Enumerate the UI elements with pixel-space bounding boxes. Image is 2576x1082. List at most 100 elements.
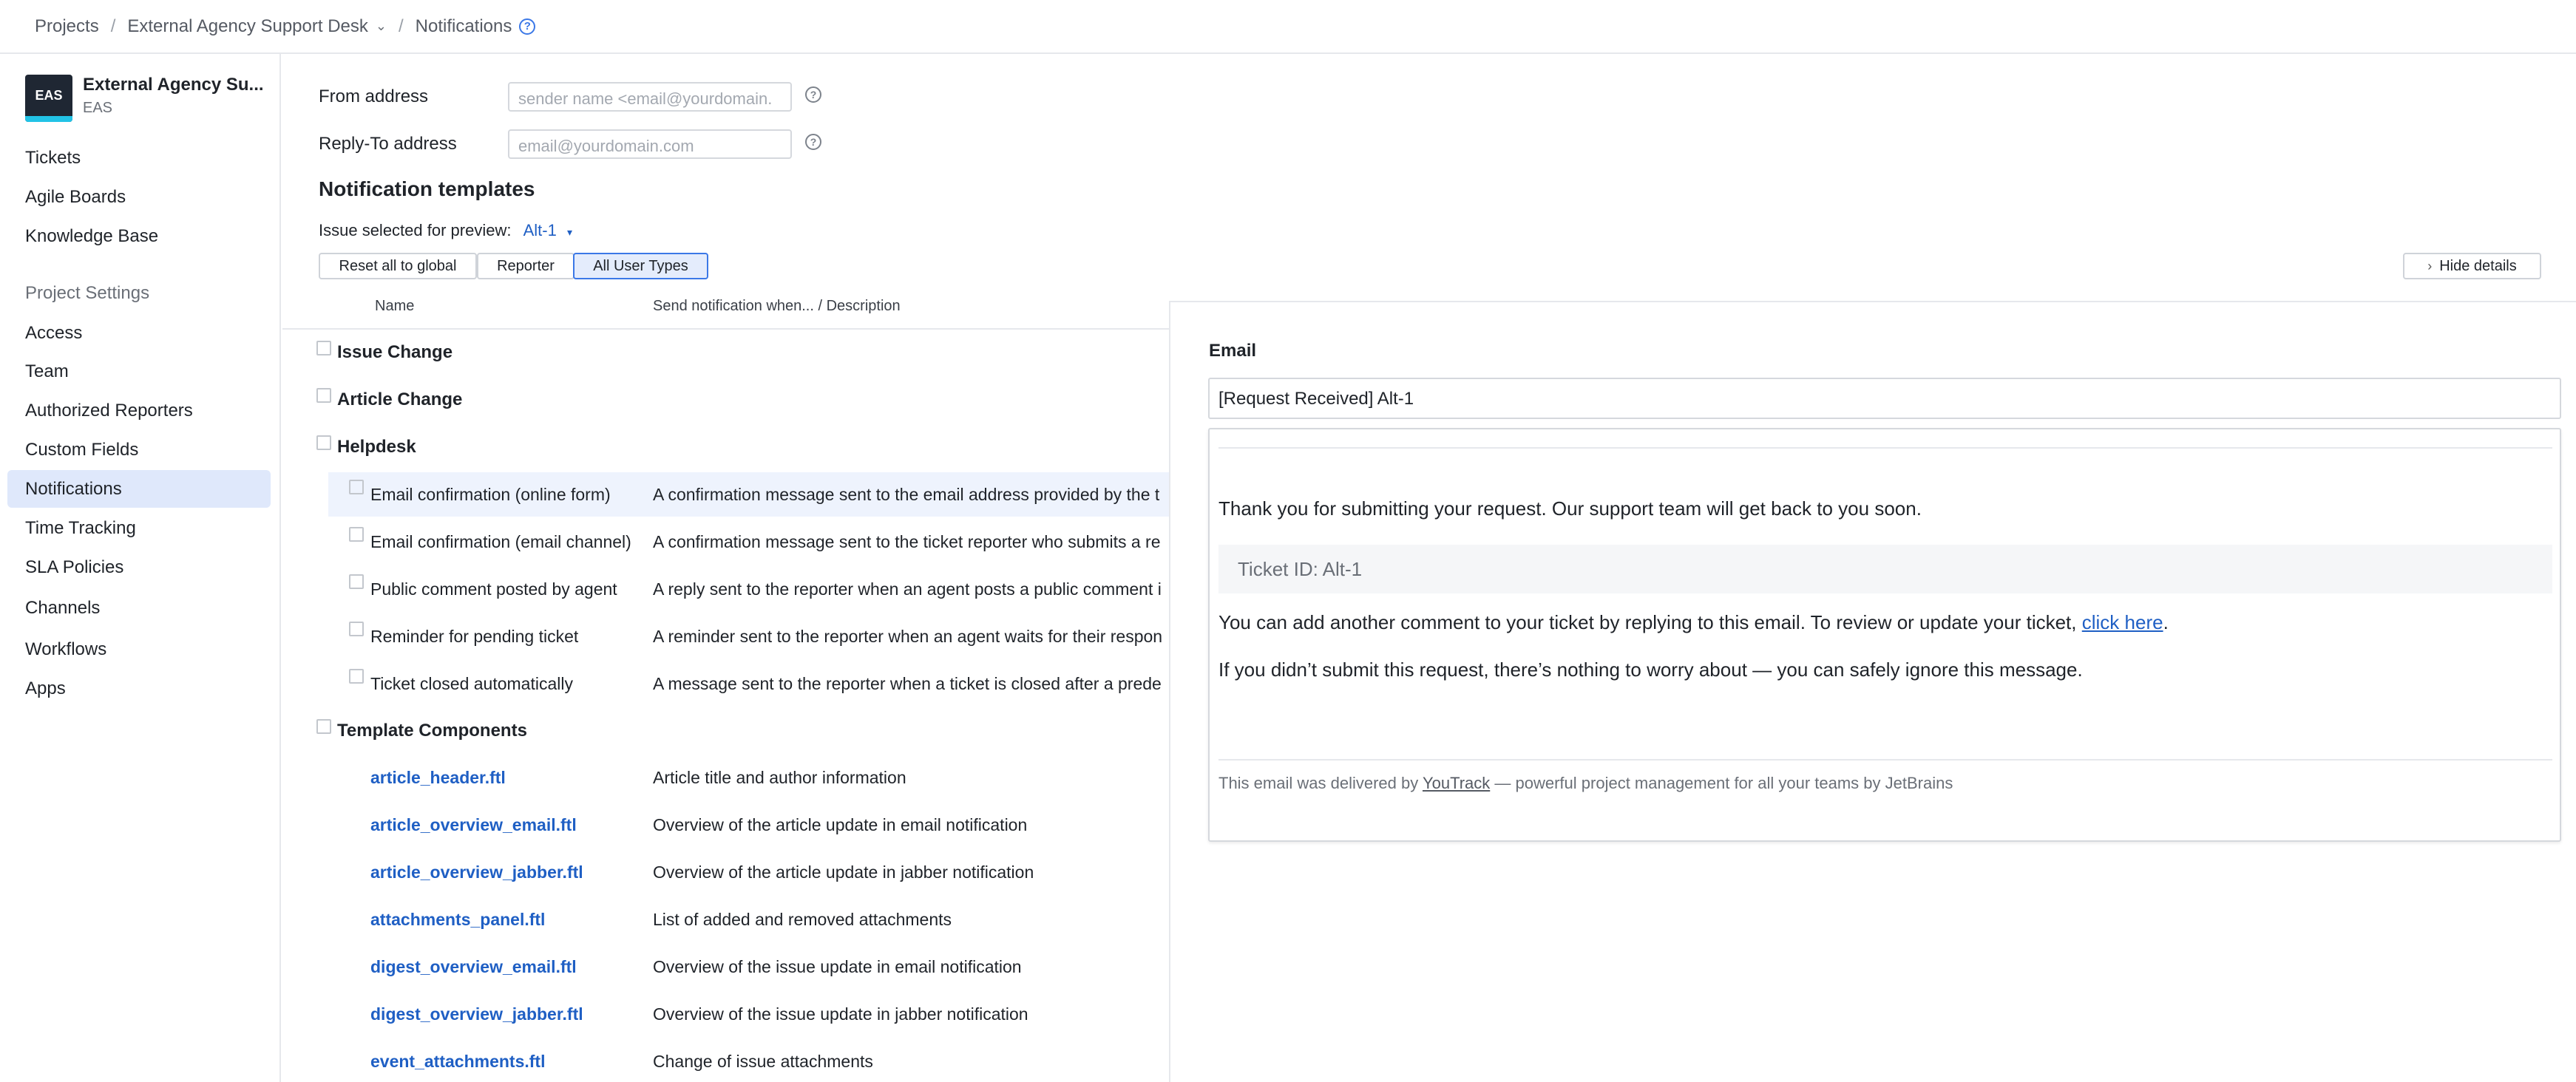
template-component-link[interactable]: event_attachments.ftl	[370, 1052, 545, 1072]
collapse-icon[interactable]	[316, 435, 331, 450]
sidebar-item-tickets[interactable]: Tickets	[7, 139, 271, 177]
table-row[interactable]: Email confirmation (online form) A confi…	[328, 472, 1170, 517]
email-preview: Thank you for submitting your request. O…	[1208, 428, 2561, 842]
template-component-link[interactable]: attachments_panel.ftl	[370, 910, 545, 930]
template-description: A reply sent to the reporter when an age…	[653, 579, 1170, 599]
sidebar-item-agile-boards[interactable]: Agile Boards	[7, 178, 271, 216]
breadcrumb-separator: /	[111, 16, 116, 37]
from-address-input[interactable]: sender name <email@yourdomain.	[508, 82, 792, 112]
group-label: Article Change	[337, 389, 462, 410]
collapse-icon[interactable]	[316, 719, 331, 734]
project-header[interactable]: EAS External Agency Su... EAS	[25, 75, 264, 122]
table-row[interactable]: Ticket closed automatically A message se…	[282, 661, 1170, 706]
breadcrumb-page: Notifications	[416, 16, 512, 37]
template-component-description: Overview of the article update in jabber…	[653, 862, 1034, 882]
template-component-link[interactable]: digest_overview_jabber.ftl	[370, 1004, 583, 1024]
preview-issue-link[interactable]: Alt-1	[523, 221, 557, 239]
breadcrumb-project[interactable]: External Agency Support Desk	[127, 16, 368, 37]
sidebar-item-authorized-reporters[interactable]: Authorized Reporters	[7, 392, 271, 429]
sidebar-item-notifications[interactable]: Notifications	[7, 470, 271, 508]
template-component-link[interactable]: article_overview_email.ftl	[370, 815, 577, 835]
sidebar-item-workflows[interactable]: Workflows	[7, 630, 271, 668]
expand-icon[interactable]	[349, 527, 364, 542]
comment-text-body: You can add another comment to your tick…	[1218, 611, 2077, 633]
help-icon[interactable]: ?	[805, 86, 821, 103]
template-name: Ticket closed automatically	[370, 674, 573, 694]
preview-label: Issue selected for preview:	[319, 221, 511, 239]
group-issue-change[interactable]: Issue Change	[316, 342, 453, 363]
expand-icon[interactable]	[349, 574, 364, 589]
footer-prefix: This email was delivered by	[1218, 774, 1418, 792]
column-name-header[interactable]: Name	[375, 298, 414, 315]
breadcrumb-projects[interactable]: Projects	[35, 16, 99, 37]
chevron-down-icon[interactable]: ⌄	[376, 18, 387, 34]
reply-to-label: Reply-To address	[319, 134, 457, 154]
sidebar-item-sla-policies[interactable]: SLA Policies	[7, 548, 271, 586]
click-here-link[interactable]: click here	[2082, 611, 2163, 633]
table-row[interactable]: Reminder for pending ticket A reminder s…	[282, 614, 1170, 659]
footer-suffix: — powerful project management for all yo…	[1494, 774, 1953, 792]
reply-to-input[interactable]: email@yourdomain.com	[508, 129, 792, 159]
template-description: A message sent to the reporter when a ti…	[653, 674, 1170, 694]
sidebar-item-custom-fields[interactable]: Custom Fields	[7, 431, 271, 469]
group-label: Helpdesk	[337, 437, 416, 457]
template-component-description: Overview of the article update in email …	[653, 815, 1027, 835]
reset-all-button[interactable]: Reset all to global	[319, 253, 477, 279]
template-name: Reminder for pending ticket	[370, 627, 578, 647]
email-label: Email	[1209, 341, 1256, 361]
divider	[1218, 759, 2552, 761]
hide-details-button[interactable]: › Hide details	[2403, 253, 2541, 279]
template-component-link[interactable]: digest_overview_email.ftl	[370, 957, 577, 977]
group-label: Issue Change	[337, 342, 453, 363]
template-description: A reminder sent to the reporter when an …	[653, 627, 1170, 647]
youtrack-link[interactable]: YouTrack	[1423, 774, 1490, 792]
sidebar-item-knowledge-base[interactable]: Knowledge Base	[7, 217, 271, 255]
sidebar-item-apps[interactable]: Apps	[7, 670, 271, 707]
table-row[interactable]: Public comment posted by agent A reply s…	[282, 567, 1170, 611]
template-description: A confirmation message sent to the email…	[653, 485, 1170, 505]
expand-icon[interactable]	[349, 480, 364, 494]
sidebar-item-time-tracking[interactable]: Time Tracking	[7, 509, 271, 547]
expand-icon[interactable]	[349, 669, 364, 684]
reporter-button[interactable]: Reporter	[477, 253, 574, 279]
sidebar-item-access[interactable]: Access	[7, 314, 271, 352]
template-component-description: Overview of the issue update in jabber n…	[653, 1004, 1028, 1024]
project-name: External Agency Su...	[83, 75, 264, 95]
caret-down-icon[interactable]: ▾	[567, 226, 572, 238]
all-user-types-button[interactable]: All User Types	[573, 253, 708, 279]
template-component-description: Article title and author information	[653, 768, 906, 788]
project-logo: EAS	[25, 75, 72, 122]
template-component-description: Overview of the issue update in email no…	[653, 957, 1022, 977]
group-helpdesk[interactable]: Helpdesk	[316, 437, 416, 457]
group-label: Template Components	[337, 721, 527, 741]
expand-icon[interactable]	[316, 388, 331, 403]
breadcrumb-separator: /	[399, 16, 404, 37]
table-row[interactable]: Email confirmation (email channel) A con…	[282, 520, 1170, 564]
help-icon[interactable]: ?	[519, 18, 535, 35]
group-article-change[interactable]: Article Change	[316, 389, 462, 410]
period: .	[2163, 611, 2169, 633]
column-description-header: Send notification when... / Description	[653, 298, 901, 315]
project-key: EAS	[83, 100, 264, 117]
chevron-right-icon: ›	[2427, 259, 2432, 274]
header-divider	[282, 328, 1170, 330]
expand-icon[interactable]	[316, 341, 331, 355]
template-component-description: Change of issue attachments	[653, 1052, 873, 1072]
group-template-components[interactable]: Template Components	[316, 721, 527, 741]
expand-icon[interactable]	[349, 622, 364, 636]
thanks-text: Thank you for submitting your request. O…	[1218, 497, 1922, 520]
breadcrumb: Projects / External Agency Support Desk …	[0, 0, 2576, 54]
project-settings-heading: Project Settings	[25, 283, 149, 304]
email-footer: This email was delivered by YouTrack — p…	[1218, 774, 1953, 793]
template-component-link[interactable]: article_header.ftl	[370, 768, 506, 788]
template-component-link[interactable]: article_overview_jabber.ftl	[370, 862, 583, 882]
ticket-id-box: Ticket ID: Alt-1	[1218, 545, 2552, 593]
sidebar-item-team[interactable]: Team	[7, 353, 271, 390]
ignore-text: If you didn’t submit this request, there…	[1218, 659, 2083, 681]
email-subject-field[interactable]: [Request Received] Alt-1	[1208, 378, 2561, 419]
help-icon[interactable]: ?	[805, 134, 821, 150]
template-name: Email confirmation (email channel)	[370, 532, 631, 552]
preview-selector: Issue selected for preview: Alt-1 ▾	[319, 221, 572, 240]
sidebar-item-channels[interactable]: Channels	[7, 589, 271, 627]
hide-details-label: Hide details	[2439, 258, 2517, 275]
